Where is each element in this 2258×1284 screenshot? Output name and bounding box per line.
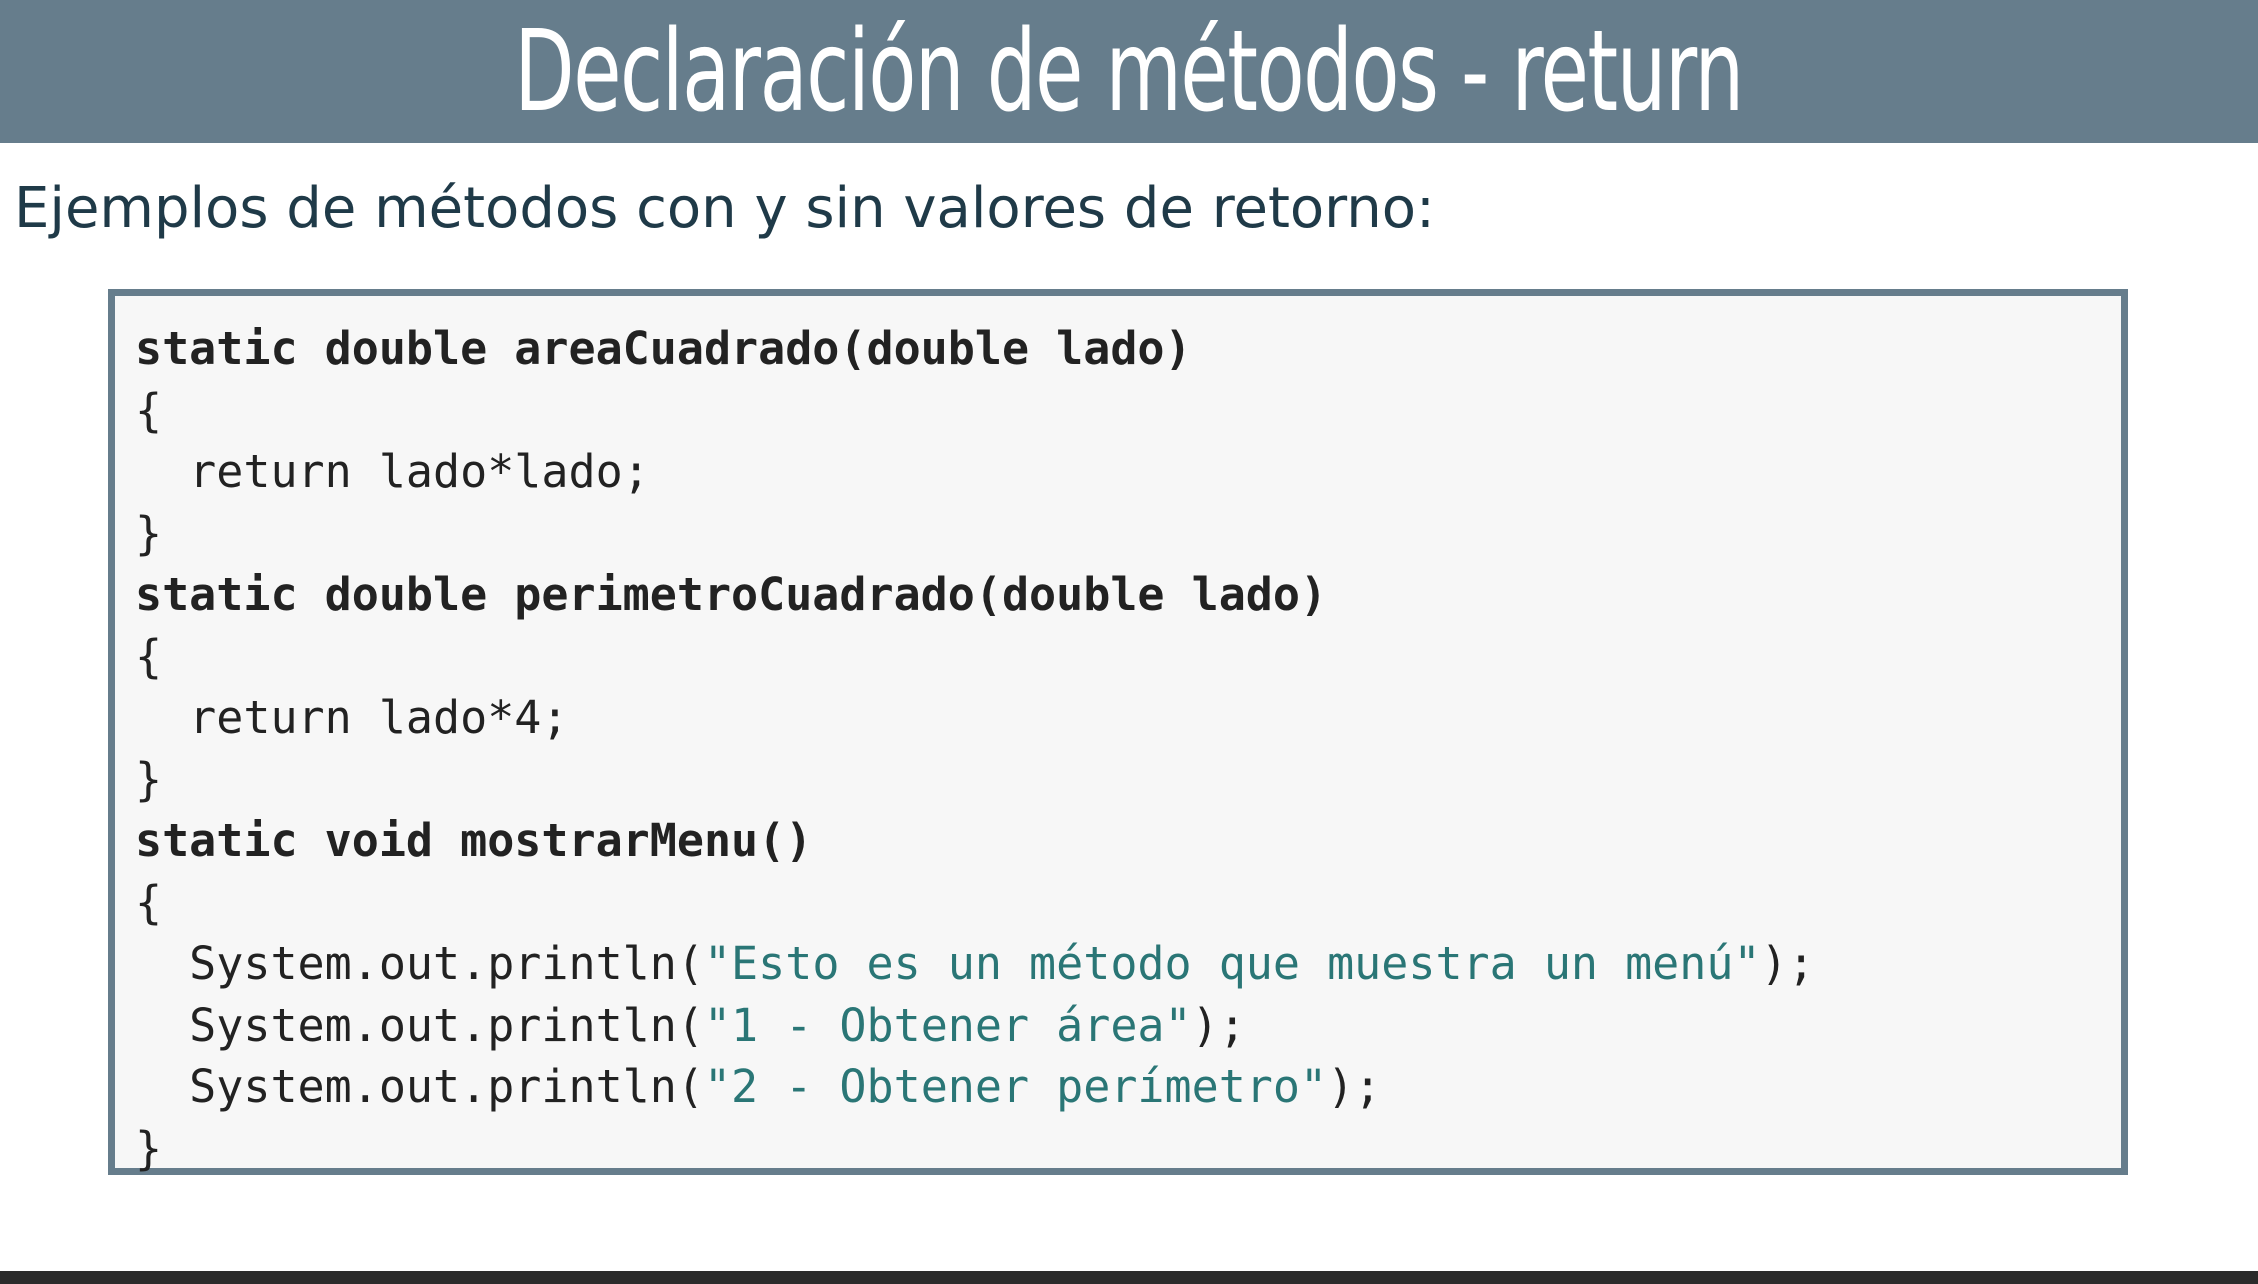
code-token: );	[1327, 1060, 1382, 1113]
code-token: static void mostrarMenu()	[135, 814, 813, 867]
title-bar: Declaración de métodos - return	[0, 0, 2258, 143]
code-token: {	[135, 629, 163, 683]
code-string-literal: "Esto es un método que muestra un menú"	[703, 937, 1761, 990]
code-line: return lado*4;	[135, 687, 1815, 749]
code-line: static double areaCuadrado(double lado)	[135, 318, 1815, 380]
code-token: static double perimetroCuadrado(double l…	[135, 568, 1328, 621]
code-token: );	[1760, 937, 1815, 990]
code-line: {	[135, 626, 1815, 688]
code-token: return lado*lado;	[135, 445, 650, 498]
code-token: }	[135, 752, 163, 806]
code-line: }	[135, 749, 1815, 811]
code-line: System.out.println("Esto es un método qu…	[135, 933, 1815, 995]
code-line: static void mostrarMenu()	[135, 810, 1815, 872]
code-line: }	[135, 503, 1815, 565]
code-token: );	[1191, 998, 1246, 1052]
code-token: System.out.println(	[135, 998, 704, 1052]
code-line: System.out.println("1 - Obtener área");	[135, 995, 1815, 1057]
code-line: {	[135, 872, 1815, 934]
code-token: {	[135, 383, 163, 437]
code-string-literal: "2 - Obtener perímetro"	[703, 1060, 1328, 1113]
footer-bar	[0, 1271, 2258, 1284]
code-line: System.out.println("2 - Obtener perímetr…	[135, 1056, 1815, 1118]
code-line: return lado*lado;	[135, 441, 1815, 503]
code-token: }	[135, 1121, 163, 1175]
slide-title: Declaración de métodos - return	[514, 6, 1745, 137]
code-block: static double areaCuadrado(double lado) {…	[108, 289, 2128, 1175]
code-line: {	[135, 380, 1815, 442]
code-token: return lado*4;	[135, 691, 569, 744]
code-line: }	[135, 1118, 1815, 1180]
code-token: static double areaCuadrado(double lado)	[135, 322, 1192, 375]
code-string-literal: "1 - Obtener área"	[703, 998, 1192, 1052]
code-token: System.out.println(	[135, 937, 704, 990]
code-lines: static double areaCuadrado(double lado) {…	[135, 318, 1815, 1179]
code-token: System.out.println(	[135, 1060, 704, 1113]
code-line: static double perimetroCuadrado(double l…	[135, 564, 1815, 626]
code-token: {	[135, 875, 163, 929]
slide-subtitle: Ejemplos de métodos con y sin valores de…	[14, 176, 1435, 241]
code-token: }	[135, 506, 163, 560]
